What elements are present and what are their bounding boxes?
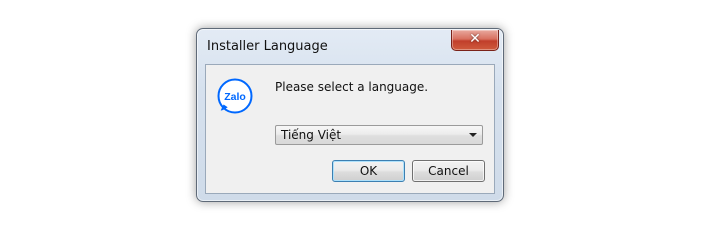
selected-language: Tiếng Việt — [281, 128, 342, 142]
installer-language-dialog: Installer Language ✕ Zalo Please select … — [196, 28, 504, 202]
title-bar[interactable]: Installer Language ✕ — [197, 29, 503, 65]
dialog-content: Zalo Please select a language. Tiếng Việ… — [205, 64, 495, 194]
close-icon: ✕ — [469, 31, 481, 47]
zalo-logo-icon: Zalo — [217, 78, 253, 114]
window-title: Installer Language — [207, 39, 328, 54]
ok-button[interactable]: OK — [332, 160, 405, 182]
chevron-down-icon — [469, 133, 477, 137]
close-button[interactable]: ✕ — [451, 30, 499, 51]
cancel-button[interactable]: Cancel — [412, 160, 485, 182]
zalo-logo-icon-graphic: Zalo — [217, 78, 253, 114]
zalo-logo-text: Zalo — [224, 91, 246, 103]
language-prompt: Please select a language. — [275, 80, 429, 94]
language-dropdown[interactable]: Tiếng Việt — [275, 125, 483, 145]
